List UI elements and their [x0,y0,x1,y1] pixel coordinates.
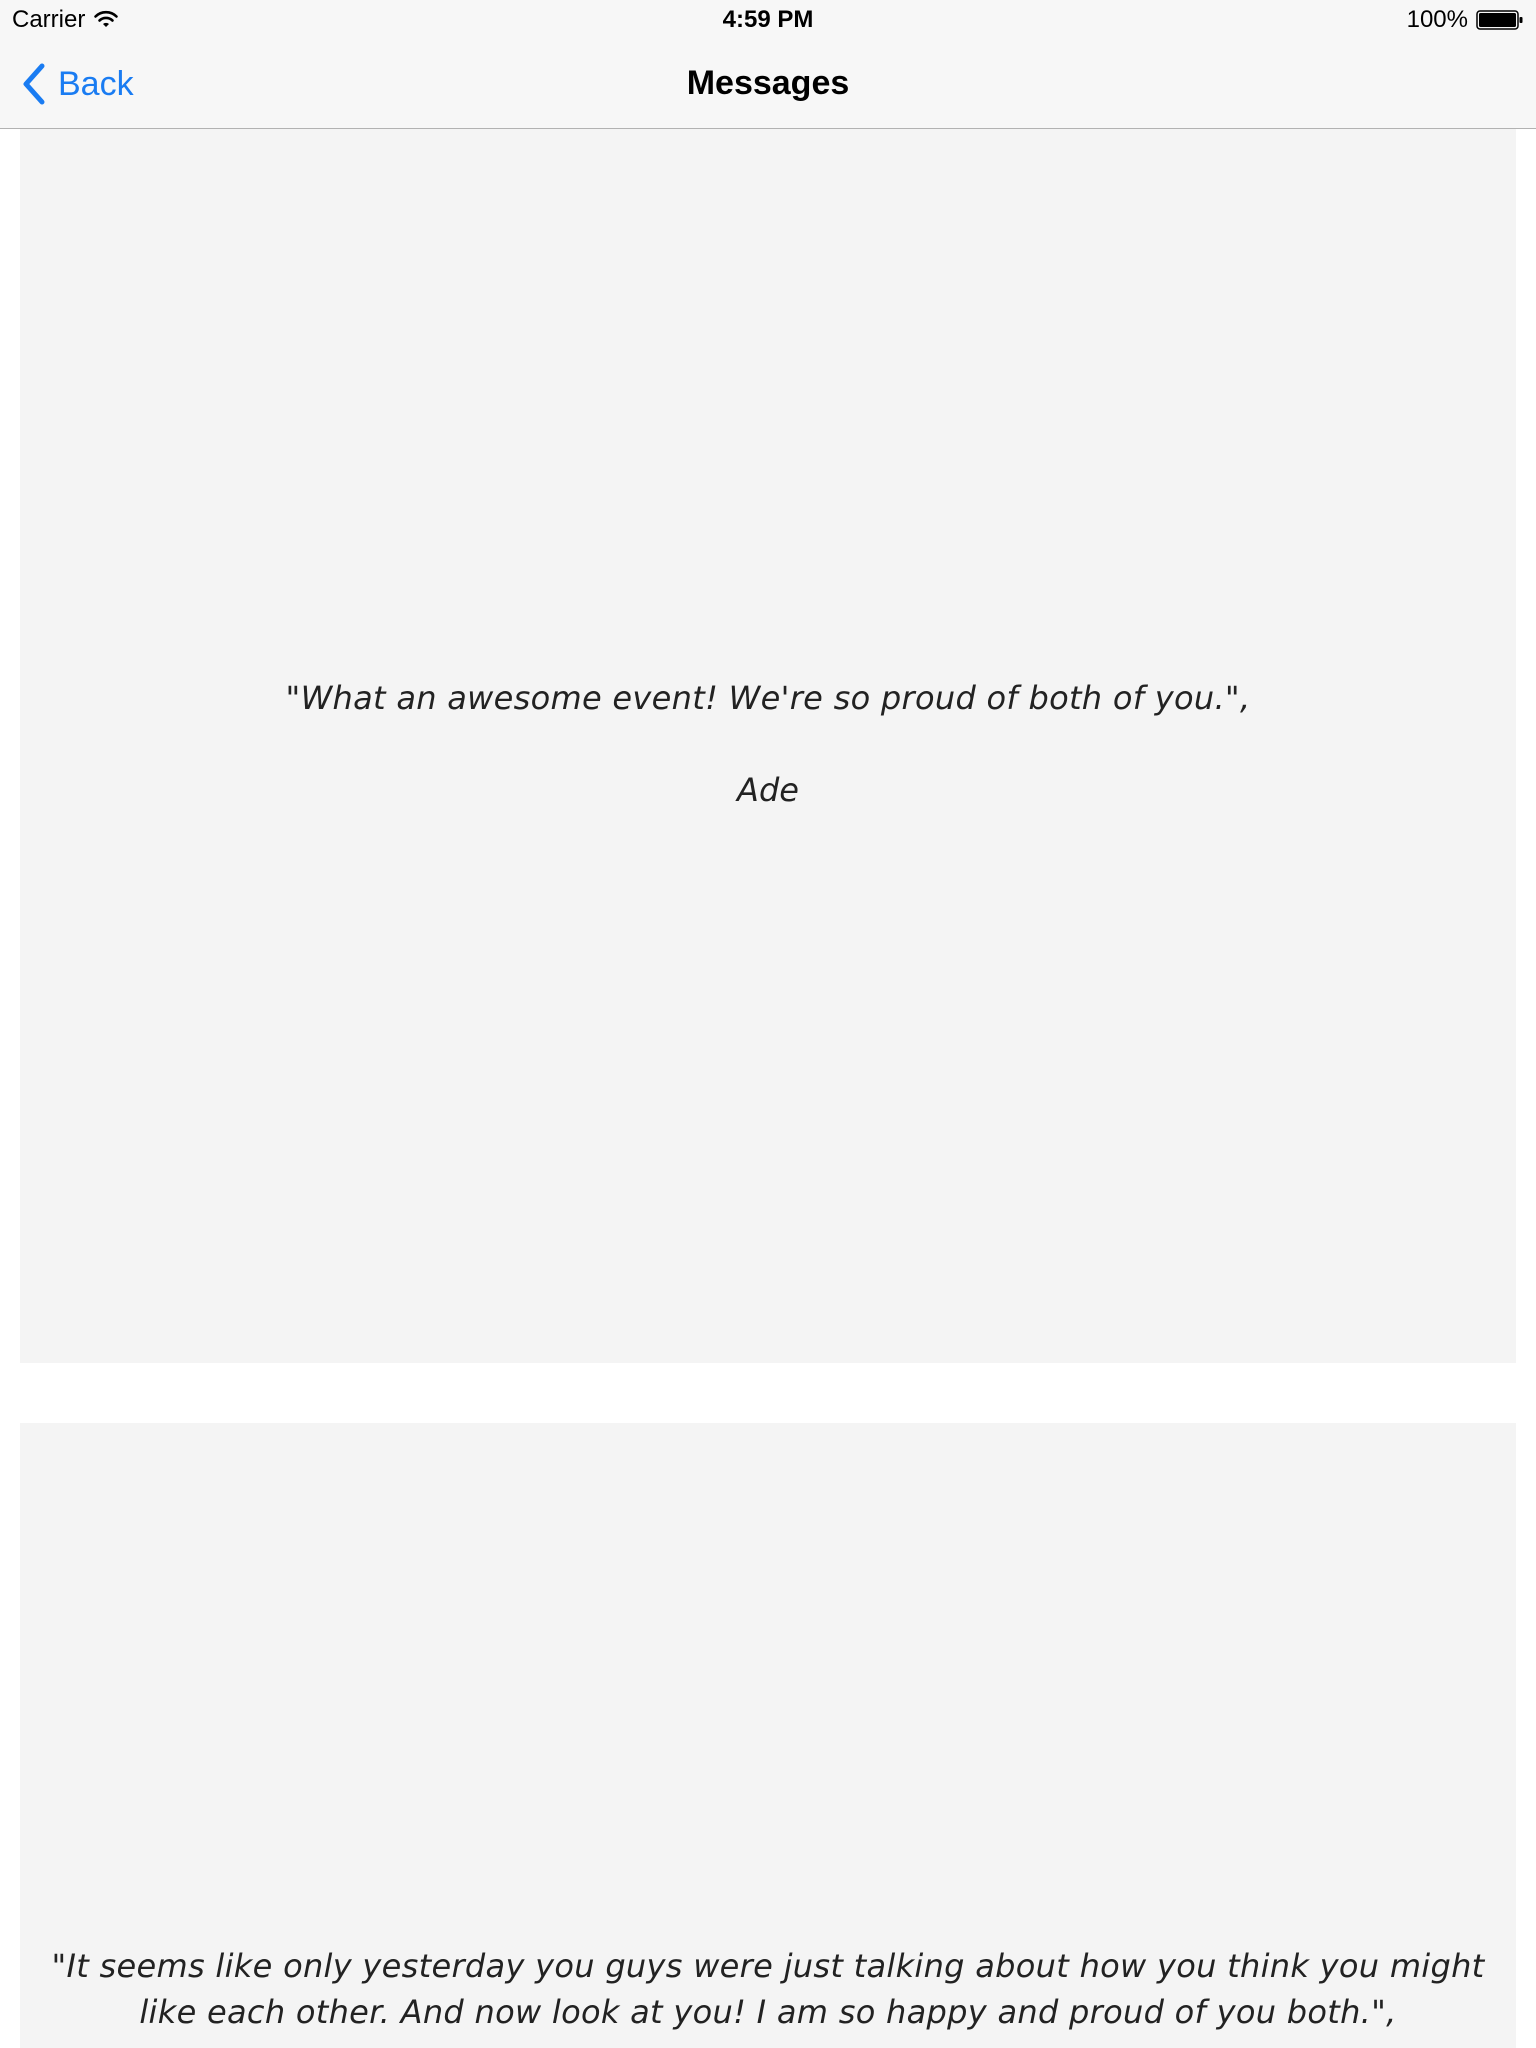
status-bar: Carrier 4:59 PM 100% [0,0,1536,40]
message-quote: "It seems like only yesterday you guys w… [51,1947,1485,2031]
message-author: Ade [737,771,799,809]
message-card: "What an awesome event! We're so proud o… [20,129,1516,1363]
battery-info: 100% [1407,6,1524,34]
battery-icon [1476,10,1523,30]
messages-list[interactable]: "What an awesome event! We're so proud o… [0,129,1536,2048]
status-time: 4:59 PM [722,6,814,33]
message-quote: "What an awesome event! We're so proud o… [285,679,1251,717]
navigation-bar: Back Messages [0,40,1536,129]
battery-percent: 100% [1406,6,1468,33]
message-card: "It seems like only yesterday you guys w… [20,1423,1516,2048]
page-title: Messages [686,64,850,102]
